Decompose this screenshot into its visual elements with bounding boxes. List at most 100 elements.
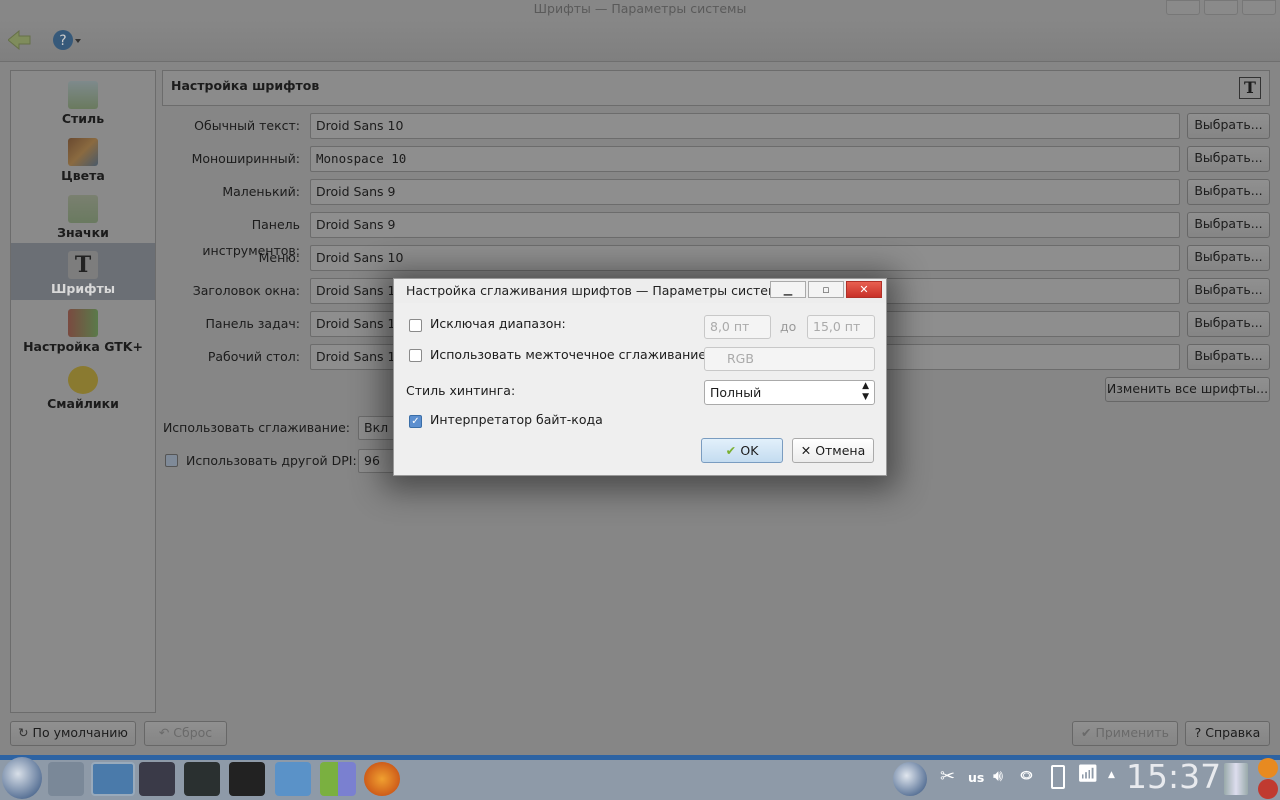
help-label: Справка [1205, 725, 1261, 740]
colors-icon [68, 138, 98, 166]
choose-font-button[interactable]: Выбрать... [1187, 245, 1270, 271]
help-menu-button[interactable]: ? [52, 29, 84, 51]
scissors-icon[interactable]: ✂ [940, 766, 955, 787]
lock-icon[interactable] [1258, 758, 1278, 778]
app-launcher-icon[interactable] [2, 757, 42, 799]
smiley-icon [68, 366, 98, 394]
font-label: Панель задач: [205, 316, 300, 331]
help-button[interactable]: ? Справка [1185, 721, 1270, 746]
choose-font-button[interactable]: Выбрать... [1187, 146, 1270, 172]
trash-icon[interactable] [1224, 763, 1248, 795]
font-label: Маленький: [222, 184, 300, 199]
range-to-label: до [780, 319, 797, 334]
change-all-fonts-button[interactable]: Изменить все шрифты... [1105, 377, 1270, 402]
ksysguard-icon[interactable] [184, 762, 220, 796]
terminal-icon[interactable] [229, 762, 265, 796]
sidebar-item-style[interactable]: Стиль [11, 73, 155, 130]
font-label: Меню: [258, 250, 300, 265]
choose-font-button[interactable]: Выбрать... [1187, 113, 1270, 139]
sidebar-item-gtk[interactable]: Настройка GTK+ [11, 301, 155, 358]
sidebar-item-fonts[interactable]: T Шрифты [11, 243, 155, 300]
window-titlebar: Шрифты — Параметры системы [0, 0, 1280, 20]
gtk-icon [68, 309, 98, 337]
office-icon[interactable] [320, 762, 356, 796]
reset-label: Сброс [173, 725, 213, 740]
choose-font-button[interactable]: Выбрать... [1187, 278, 1270, 304]
range-from-spinbox[interactable]: 8,0 пт [704, 315, 771, 339]
subpixel-checkbox[interactable] [409, 349, 422, 362]
subpixel-value: RGB [727, 351, 754, 366]
updown-arrows-icon: ▲ ▼ [862, 381, 869, 402]
dialog-close-button[interactable]: ✕ [846, 281, 882, 298]
font-t-icon: T [68, 251, 98, 279]
firefox-icon[interactable] [364, 762, 400, 796]
usb-icon[interactable]: ⭖ [1020, 766, 1033, 786]
cancel-button[interactable]: ✕ Отмена [792, 438, 874, 463]
back-button[interactable] [7, 29, 32, 51]
bytecode-checkbox[interactable]: ✓ [409, 415, 422, 428]
check-icon: ✔ [1081, 725, 1096, 740]
choose-font-button[interactable]: Выбрать... [1187, 212, 1270, 238]
hinting-select[interactable]: Полный ▲ ▼ [704, 380, 875, 405]
ok-button[interactable]: ✔ OK [701, 438, 783, 463]
font-field[interactable]: Droid Sans 9 [310, 179, 1180, 205]
apply-button[interactable]: ✔ Применить [1072, 721, 1178, 746]
choose-font-button[interactable]: Выбрать... [1187, 311, 1270, 337]
sidebar-item-label: Шрифты [50, 281, 116, 296]
battery-icon[interactable] [1051, 765, 1065, 789]
font-field[interactable]: Droid Sans 10 [310, 113, 1180, 139]
cancel-label: Отмена [815, 443, 866, 458]
dialog-maximize-button[interactable]: ▫ [808, 281, 844, 298]
file-manager-icon[interactable] [275, 762, 311, 796]
page-header: Настройка шрифтов T [162, 70, 1270, 106]
clock[interactable]: 15:37 [1126, 757, 1221, 796]
dpi-label: Использовать другой DPI: [186, 453, 357, 468]
sidebar-item-colors[interactable]: Цвета [11, 130, 155, 187]
maximize-button[interactable] [1204, 0, 1238, 15]
system-monitor-icon[interactable] [139, 762, 175, 796]
minimize-button[interactable] [1166, 0, 1200, 15]
antialias-label: Использовать сглаживание: [162, 420, 350, 435]
font-field[interactable]: Droid Sans 10 [310, 245, 1180, 271]
wifi-icon[interactable]: 📶︎ [1077, 764, 1099, 784]
icons-icon [68, 195, 98, 223]
window-title: Шрифты — Параметры системы [533, 1, 747, 16]
svg-text:?: ? [59, 33, 66, 49]
dialog-minimize-button[interactable]: ▁ [770, 281, 806, 298]
style-brush-icon [68, 81, 98, 109]
subpixel-select[interactable]: RGB [704, 347, 875, 371]
range-to-spinbox[interactable]: 15,0 пт [807, 315, 875, 339]
defaults-label: По умолчанию [32, 725, 128, 740]
defaults-button[interactable]: ↻ По умолчанию [10, 721, 136, 746]
hinting-label: Стиль хинтинга: [406, 383, 516, 398]
choose-font-button[interactable]: Выбрать... [1187, 344, 1270, 370]
exclude-range-label: Исключая диапазон: [430, 316, 566, 331]
sidebar-item-icons[interactable]: Значки [11, 187, 155, 244]
power-icon[interactable] [1258, 779, 1278, 799]
desktop-app-icon[interactable] [91, 762, 135, 796]
back-arrow-icon [7, 29, 31, 51]
help-icon: ? [53, 30, 81, 50]
font-label: Панель инструментов: [202, 217, 300, 258]
font-field[interactable]: Monospace 10 [310, 146, 1180, 172]
sidebar: Стиль Цвета Значки T Шрифты Настройка GTK… [10, 70, 156, 713]
exclude-range-checkbox[interactable] [409, 319, 422, 332]
font-icon: T [1239, 77, 1261, 99]
network-drop-icon[interactable] [893, 762, 927, 796]
help-icon: ? [1194, 725, 1206, 740]
settings-app-icon[interactable] [48, 762, 84, 796]
keyboard-layout[interactable]: us [968, 770, 984, 785]
sidebar-item-emoticons[interactable]: Смайлики [11, 358, 155, 415]
dpi-checkbox[interactable] [165, 454, 178, 467]
bytecode-label: Интерпретатор байт-кода [430, 412, 603, 427]
font-label: Обычный текст: [194, 118, 300, 133]
close-button[interactable] [1242, 0, 1276, 15]
reset-button[interactable]: ↶ Сброс [144, 721, 227, 746]
tray-expand-icon[interactable]: ▲ [1108, 770, 1115, 780]
toolbar [0, 20, 1280, 62]
choose-font-button[interactable]: Выбрать... [1187, 179, 1270, 205]
apply-label: Применить [1095, 725, 1169, 740]
font-field[interactable]: Droid Sans 9 [310, 212, 1180, 238]
subpixel-label: Использовать межточечное сглаживание: [430, 347, 711, 362]
volume-icon[interactable]: 🔊︎ [993, 766, 1003, 786]
